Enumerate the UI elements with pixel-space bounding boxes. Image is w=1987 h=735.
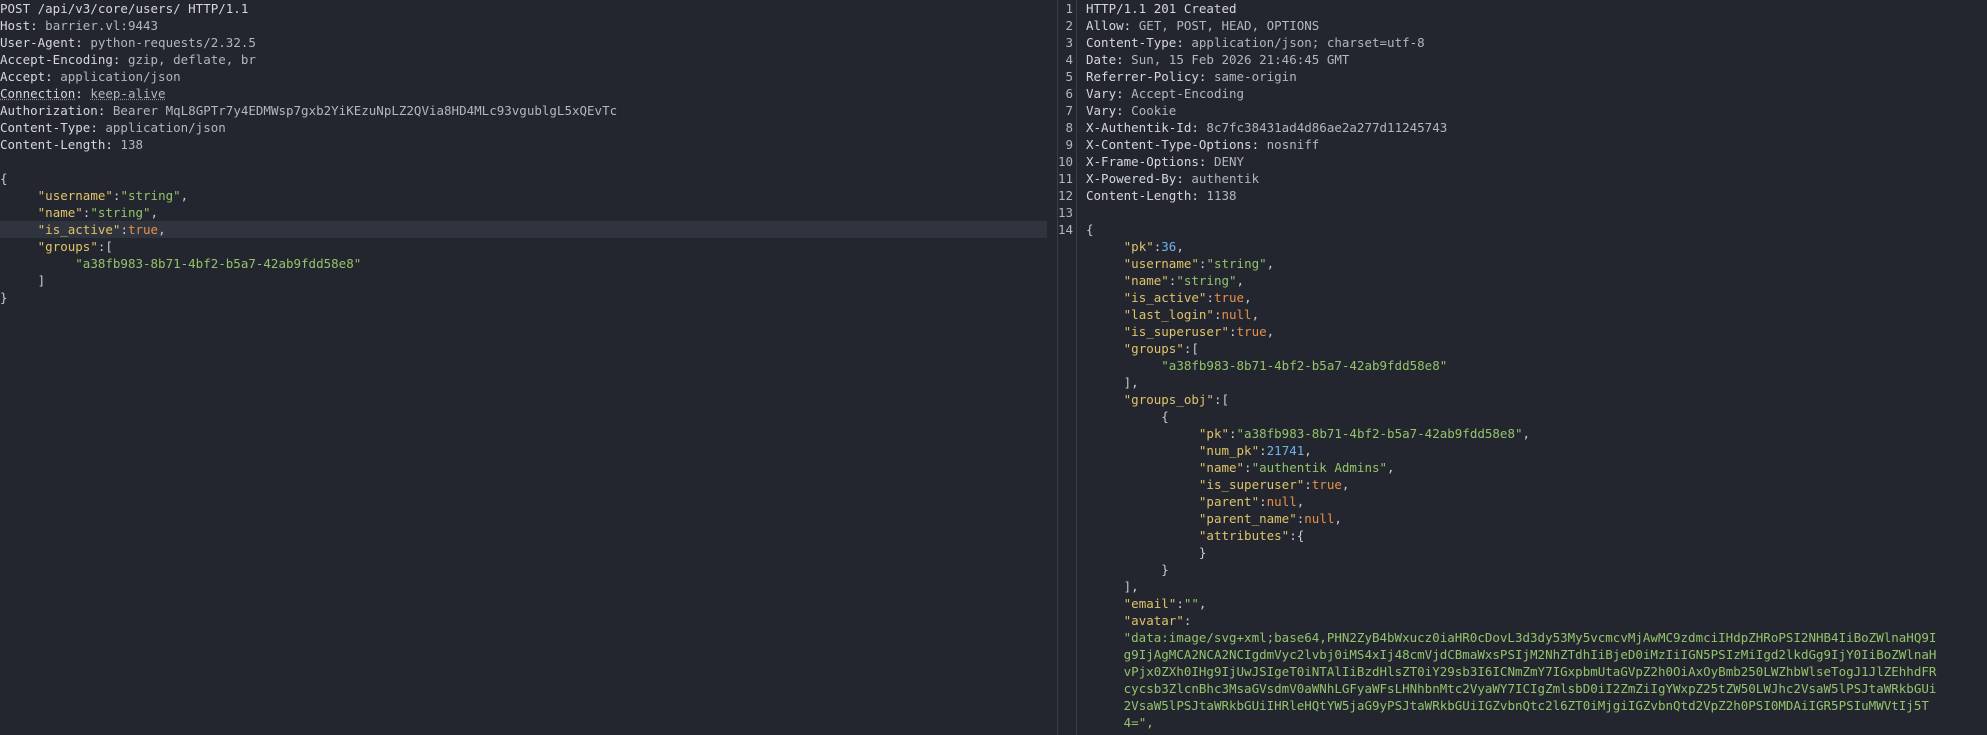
response-body-line: ], <box>1086 579 1139 594</box>
response-body-line: } <box>1086 562 1169 577</box>
response-body-line: "attributes":{ <box>1198 528 1305 543</box>
response-pane[interactable]: 1 2 3 4 5 6 7 8 9 10 11 12 13 14 HTTP/1.… <box>1058 0 1987 735</box>
response-body-line: "email":"", <box>1123 596 1207 611</box>
request-body-line: { <box>0 171 8 186</box>
request-body-line: "groups":[ <box>37 239 113 254</box>
response-body-line: "a38fb983-8b71-4bf2-b5a7-42ab9fdd58e8" <box>1161 358 1448 373</box>
response-body-line: "parent":null, <box>1198 494 1305 509</box>
request-body-line: "a38fb983-8b71-4bf2-b5a7-42ab9fdd58e8" <box>75 256 362 271</box>
response-body-line: "pk":"a38fb983-8b71-4bf2-b5a7-42ab9fdd58… <box>1198 426 1531 441</box>
response-header: X-Frame-Options: DENY <box>1086 154 1245 169</box>
avatar-data-line: "data:image/svg+xml;base64,PHN2ZyB4bWxuc… <box>1086 630 1937 645</box>
response-body-line: "is_active":true, <box>1123 290 1252 305</box>
response-body-line: "groups_obj":[ <box>1123 392 1230 407</box>
request-line: POST /api/v3/core/users/ HTTP/1.1 <box>0 1 249 16</box>
line-number: 14 <box>1058 222 1074 237</box>
request-header: Host: barrier.vl:9443 <box>0 18 159 33</box>
request-header: Content-Length: 138 <box>0 137 143 152</box>
response-header: Vary: Cookie <box>1086 103 1177 118</box>
response-body-line: "is_superuser":true, <box>1198 477 1350 492</box>
avatar-data-line: 2VsaW5lPSJtaWRkbGUiIHRleHQtYW5jaG9yPSJta… <box>1123 698 1929 713</box>
avatar-data-line: cycsb3ZlcnBhc3MsaGVsdmV0aWNhLGFyaWFsLHNh… <box>1123 681 1937 696</box>
line-number-gutter: 1 2 3 4 5 6 7 8 9 10 11 12 13 14 <box>1058 0 1077 735</box>
avatar-data-line: vPjx0ZXh0IHg9IjUwJSIgeT0iNTAlIiBzdHlsZT0… <box>1123 664 1937 679</box>
line-number: 11 <box>1058 171 1074 186</box>
response-body-line: "name":"string", <box>1123 273 1245 288</box>
request-header: User-Agent: python-requests/2.32.5 <box>0 35 256 50</box>
request-header: Connection: keep-alive <box>0 86 166 101</box>
response-body-line: ], <box>1086 375 1139 390</box>
response-body-line: "is_superuser":true, <box>1123 324 1275 339</box>
response-body-line: "parent_name":null, <box>1198 511 1342 526</box>
response-body-line: "groups":[ <box>1123 341 1199 356</box>
line-number: 1 <box>1065 1 1073 16</box>
response-header: X-Authentik-Id: 8c7fc38431ad4d86ae2a277d… <box>1086 120 1448 135</box>
response-header: X-Powered-By: authentik <box>1086 171 1260 186</box>
line-number: 13 <box>1058 205 1074 220</box>
avatar-data-line: g9IjAgMCA2NCA2NCIgdmVyc2lvbj0iMS4xIj48cm… <box>1123 647 1937 662</box>
line-number: 4 <box>1065 52 1073 67</box>
response-header: Content-Type: application/json; charset=… <box>1086 35 1425 50</box>
line-number: 5 <box>1065 69 1073 84</box>
request-pane[interactable]: POST /api/v3/core/users/ HTTP/1.1 Host: … <box>0 0 1047 735</box>
response-body-line: "avatar": <box>1123 613 1192 628</box>
request-body-line-highlighted: "is_active":true, <box>0 221 1047 238</box>
line-number: 6 <box>1065 86 1073 101</box>
response-body-line: { <box>1086 409 1169 424</box>
response-header: Content-Length: 1138 <box>1086 188 1237 203</box>
response-content[interactable]: HTTP/1.1 201 Created Allow: GET, POST, H… <box>1086 0 1987 731</box>
response-body-line: "username":"string", <box>1123 256 1275 271</box>
response-header: Allow: GET, POST, HEAD, OPTIONS <box>1086 18 1320 33</box>
avatar-data-line: 4=", <box>1123 715 1154 730</box>
response-body-line: } <box>1086 545 1207 560</box>
response-body-line: { <box>1086 222 1094 237</box>
request-header: Accept: application/json <box>0 69 181 84</box>
line-number: 12 <box>1058 188 1074 203</box>
request-header: Content-Type: application/json <box>0 120 226 135</box>
line-number: 3 <box>1065 35 1073 50</box>
request-body-line: } <box>0 290 8 305</box>
line-number: 9 <box>1065 137 1073 152</box>
status-line: HTTP/1.1 201 Created <box>1086 1 1237 16</box>
request-body-line: "username":"string", <box>37 188 189 203</box>
request-header: Authorization: Bearer MqL8GPTr7y4EDMWsp7… <box>0 103 618 118</box>
request-header: Accept-Encoding: gzip, deflate, br <box>0 52 256 67</box>
response-header: Vary: Accept-Encoding <box>1086 86 1245 101</box>
response-header: X-Content-Type-Options: nosniff <box>1086 137 1320 152</box>
response-body-line: "name":"authentik Admins", <box>1198 460 1395 475</box>
response-header: Referrer-Policy: same-origin <box>1086 69 1297 84</box>
request-body-line: ] <box>37 273 46 288</box>
line-number: 8 <box>1065 120 1073 135</box>
response-body-line: "num_pk":21741, <box>1198 443 1312 458</box>
line-number: 10 <box>1058 154 1074 169</box>
line-number: 7 <box>1065 103 1073 118</box>
response-body-line: "last_login":null, <box>1123 307 1260 322</box>
line-number: 2 <box>1065 18 1073 33</box>
response-header: Date: Sun, 15 Feb 2026 21:46:45 GMT <box>1086 52 1350 67</box>
request-body-line: "name":"string", <box>37 205 159 220</box>
response-body-line: "pk":36, <box>1123 239 1184 254</box>
